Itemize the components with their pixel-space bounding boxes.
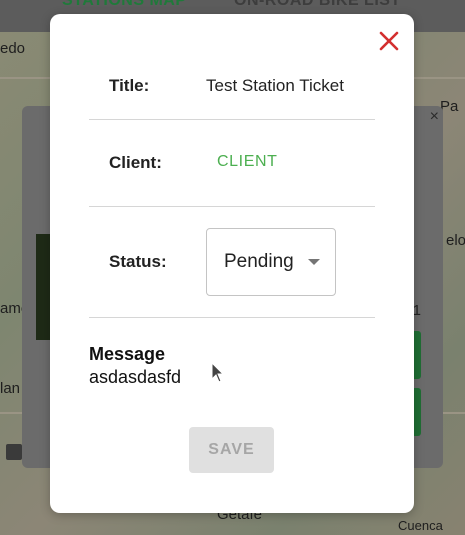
title-label: Title: (109, 76, 150, 95)
message-value: asdasdasfd (89, 367, 182, 387)
status-label: Status: (109, 252, 167, 271)
close-icon (378, 30, 400, 52)
map-label: Cuenca (398, 518, 443, 533)
close-button[interactable] (378, 30, 400, 52)
map-label: elo (446, 232, 465, 249)
close-icon[interactable]: × (430, 108, 439, 126)
status-select[interactable]: Pending (206, 228, 336, 296)
title-value: Test Station Ticket (206, 76, 344, 95)
map-label: lan (0, 380, 21, 397)
client-value: CLIENT (217, 153, 278, 170)
divider (89, 317, 375, 318)
message-label: Message (89, 344, 166, 364)
chevron-down-icon (308, 259, 320, 265)
divider (89, 119, 375, 120)
ticket-detail-dialog: Title: Test Station Ticket Client: CLIEN… (50, 14, 414, 513)
save-button[interactable]: SAVE (189, 427, 274, 473)
tab-stations-map[interactable]: STATIONS MAP (62, 0, 187, 10)
mouse-pointer-icon (211, 361, 225, 389)
client-label: Client: (109, 153, 162, 172)
map-label: edo (0, 40, 26, 57)
status-select-value: Pending (224, 251, 294, 272)
map-control-button[interactable] (6, 444, 22, 460)
divider (89, 206, 375, 207)
tab-on-road-bike-list[interactable]: ON-ROAD BIKE LIST (234, 0, 401, 10)
